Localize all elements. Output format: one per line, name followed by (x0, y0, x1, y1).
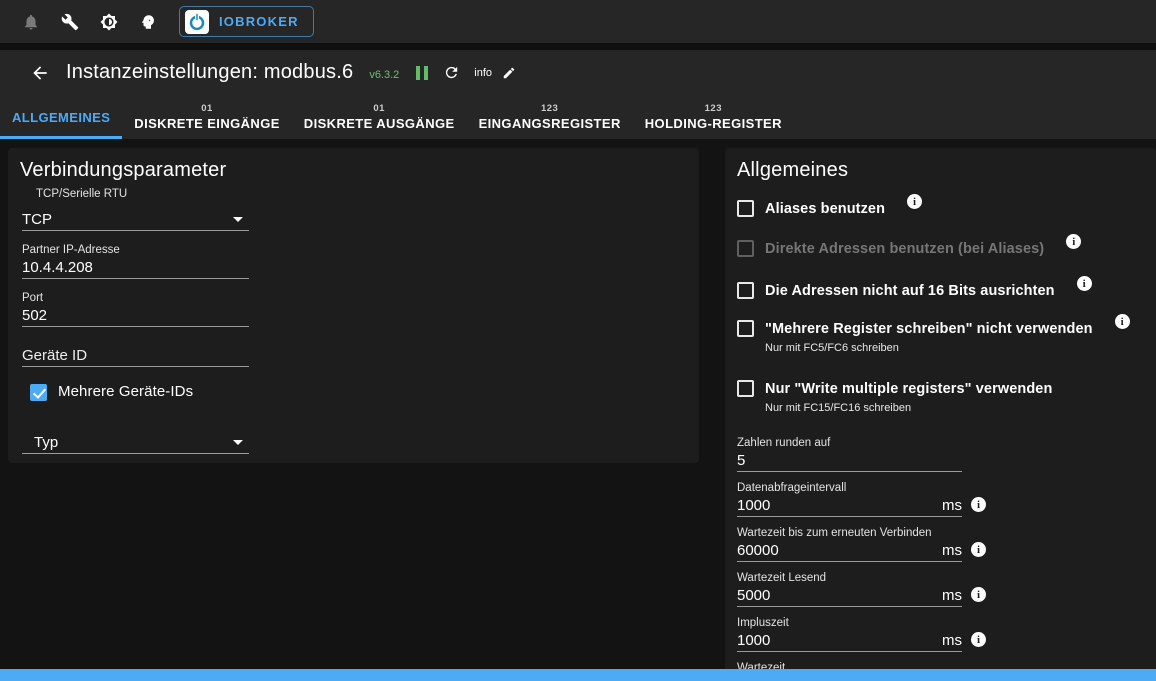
iobroker-brand-button[interactable]: IOBROKER (179, 6, 314, 37)
wrench-icon[interactable] (60, 12, 80, 32)
no-write-multiple-checkbox[interactable] (737, 320, 754, 337)
info-icon[interactable]: i (1077, 276, 1092, 291)
back-arrow-icon[interactable] (30, 62, 52, 84)
settings-tabbar: ALLGEMEINES 01 DISKRETE EINGÄNGE 01 DISK… (0, 95, 1156, 139)
aliases-checkbox[interactable] (737, 200, 754, 217)
tab-diskrete-eingaenge[interactable]: 01 DISKRETE EINGÄNGE (122, 95, 291, 139)
no-align-16bit-checkbox[interactable] (737, 282, 754, 299)
info-icon[interactable]: i (1066, 234, 1081, 249)
chevron-down-icon (233, 217, 243, 222)
version-badge: v6.3.2 (369, 69, 399, 81)
multiple-device-ids-checkbox[interactable] (30, 384, 47, 401)
notifications-bell-icon[interactable] (21, 12, 41, 32)
connection-type-select[interactable]: TCP (22, 208, 249, 231)
general-settings-panel: Allgemeines Aliases benutzen i Direkte A… (725, 148, 1156, 681)
tab-count-badge: 123 (705, 103, 722, 114)
settings-content: Verbindungsparameter TCP/Serielle RTU TC… (0, 139, 1156, 681)
partner-ip-field[interactable]: Partner IP-Adresse 10.4.4.208 (22, 243, 249, 279)
no-align-16bit-row: Die Adressen nicht auf 16 Bits ausrichte… (737, 282, 1144, 300)
info-icon[interactable]: i (971, 497, 986, 512)
panel-title: Allgemeines (737, 158, 1144, 182)
expert-mode-icon[interactable] (138, 12, 158, 32)
instance-header: Instanzeinstellungen: modbus.6 v6.3.2 in… (0, 50, 1156, 139)
typ-select[interactable]: Typ (22, 431, 249, 454)
info-icon[interactable]: i (907, 194, 922, 209)
info-link[interactable]: info (474, 67, 492, 79)
port-field[interactable]: Port 502 (22, 291, 249, 327)
direct-addresses-row: Direkte Adressen benutzen (bei Aliases) … (737, 240, 1144, 258)
brand-label: IOBROKER (219, 14, 299, 29)
chevron-down-icon (233, 440, 243, 445)
info-icon[interactable]: i (1115, 314, 1130, 329)
tab-allgemeines[interactable]: ALLGEMEINES (0, 95, 122, 139)
tab-eingangsregister[interactable]: 123 EINGANGSREGISTER (467, 95, 633, 139)
refresh-icon[interactable] (443, 64, 460, 81)
page-title: Instanzeinstellungen: modbus.6 (66, 61, 353, 84)
connection-parameters-panel: Verbindungsparameter TCP/Serielle RTU TC… (8, 148, 699, 463)
horizontal-scrollbar[interactable] (0, 669, 1156, 681)
only-write-multiple-checkbox[interactable] (737, 380, 754, 397)
connection-type-label: TCP/Serielle RTU (36, 187, 687, 201)
round-numbers-field[interactable]: Zahlen runden auf 5 (737, 436, 962, 472)
tab-count-badge: 01 (201, 103, 213, 114)
tab-count-badge: 123 (541, 103, 558, 114)
iobroker-logo-icon (185, 10, 209, 34)
aliases-row: Aliases benutzen i (737, 200, 1144, 218)
reconnect-wait-field[interactable]: Wartezeit bis zum erneuten Verbinden 600… (737, 526, 962, 562)
device-id-field[interactable]: Geräte ID (22, 345, 249, 367)
info-icon[interactable]: i (971, 632, 986, 647)
app-topbar: IOBROKER (0, 0, 1156, 43)
tab-count-badge: 01 (373, 103, 385, 114)
topbar-shadow-divider (0, 43, 1156, 50)
tab-diskrete-ausgaenge[interactable]: 01 DISKRETE AUSGÄNGE (292, 95, 467, 139)
no-write-multiple-row: "Mehrere Register schreiben" nicht verwe… (737, 320, 1144, 354)
info-icon[interactable]: i (971, 587, 986, 602)
panel-title: Verbindungsparameter (20, 158, 687, 182)
edit-pencil-icon[interactable] (502, 66, 516, 80)
tab-holding-register[interactable]: 123 HOLDING-REGISTER (633, 95, 794, 139)
only-write-multiple-row: Nur "Write multiple registers" verwenden… (737, 380, 1144, 414)
poll-interval-field[interactable]: Datenabfrageintervall 1000 ms i (737, 481, 962, 517)
pause-button[interactable] (416, 66, 428, 80)
theme-brightness-icon[interactable] (99, 12, 119, 32)
pulse-time-field[interactable]: Impluszeit 1000 ms i (737, 616, 962, 652)
multiple-device-ids-row: Mehrere Geräte-IDs (30, 383, 687, 401)
read-timeout-field[interactable]: Wartezeit Lesend 5000 ms i (737, 571, 962, 607)
info-icon[interactable]: i (971, 542, 986, 557)
direct-addresses-checkbox[interactable] (737, 240, 754, 257)
